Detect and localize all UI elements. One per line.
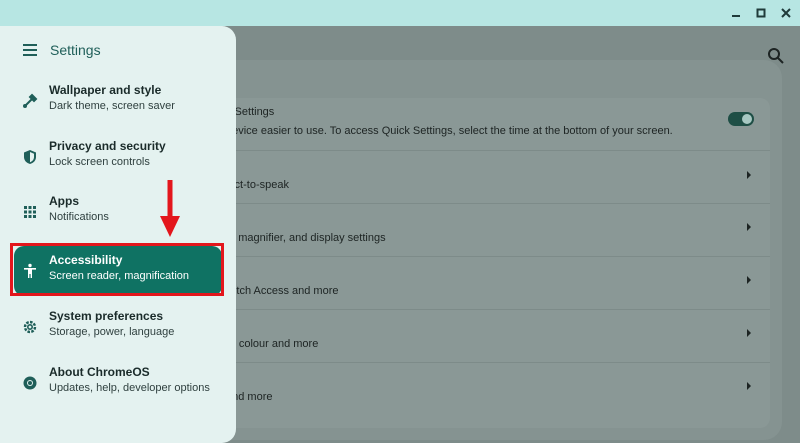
- maximize-icon: [756, 8, 766, 18]
- audio-and-captions-row[interactable]: and more: [226, 363, 770, 416]
- gear-icon: [23, 320, 37, 334]
- sidebar-item-label: Apps: [49, 194, 79, 208]
- arrow-down-icon: [160, 180, 180, 237]
- highlight-annotation-box: [10, 243, 224, 296]
- shield-icon: [24, 150, 36, 164]
- apps-grid-icon: [24, 206, 36, 218]
- sidebar-item-privacy-and-security[interactable]: Privacy and security Lock screen control…: [14, 132, 222, 182]
- row-subtitle: device easier to use. To access Quick Se…: [226, 125, 673, 137]
- sidebar-item-subtitle: Lock screen controls: [49, 156, 150, 168]
- sidebar-item-apps[interactable]: Apps Notifications: [14, 187, 222, 237]
- row-text: witch Access and more: [226, 285, 339, 297]
- chevron-right-icon: [747, 223, 751, 231]
- title-bar: [0, 0, 800, 26]
- minimize-button[interactable]: [726, 3, 746, 23]
- display-and-magnification-row[interactable]: n, magnifier, and display settings: [226, 204, 770, 257]
- accessibility-settings-list: k Settings device easier to use. To acce…: [226, 98, 770, 428]
- text-to-speech-row[interactable]: lect-to-speak: [226, 151, 770, 204]
- sidebar-item-subtitle: Updates, help, developer options: [49, 382, 210, 394]
- quick-settings-toggle[interactable]: [728, 112, 754, 126]
- keyboard-and-text-input-row[interactable]: witch Access and more: [226, 257, 770, 310]
- quick-settings-row[interactable]: k Settings device easier to use. To acce…: [226, 98, 770, 151]
- sidebar-item-subtitle: Notifications: [49, 211, 109, 223]
- row-text: or colour and more: [226, 338, 319, 350]
- chevron-right-icon: [747, 382, 751, 390]
- sidebar-item-system-preferences[interactable]: System preferences Storage, power, langu…: [14, 302, 222, 352]
- paint-brush-icon: [23, 93, 38, 108]
- toggle-knob: [742, 114, 752, 124]
- row-text: n, magnifier, and display settings: [226, 232, 386, 244]
- chrome-icon: [23, 376, 37, 390]
- drawer-header: Settings: [22, 40, 101, 60]
- chevron-right-icon: [747, 171, 751, 179]
- cursor-and-touchpad-row[interactable]: or colour and more: [226, 310, 770, 363]
- sidebar-item-label: System preferences: [49, 309, 164, 323]
- sidebar-item-wallpaper-and-style[interactable]: Wallpaper and style Dark theme, screen s…: [14, 76, 222, 126]
- chevron-right-icon: [747, 329, 751, 337]
- sidebar-item-label: Wallpaper and style: [49, 83, 162, 97]
- sidebar-item-label: About ChromeOS: [49, 365, 150, 379]
- sidebar-item-subtitle: Storage, power, language: [49, 326, 175, 338]
- maximize-button[interactable]: [751, 3, 771, 23]
- sidebar-item-about-chromeos[interactable]: About ChromeOS Updates, help, developer …: [14, 358, 222, 408]
- sidebar-item-label: Privacy and security: [49, 139, 166, 153]
- sidebar-item-subtitle: Dark theme, screen saver: [49, 100, 175, 112]
- chevron-right-icon: [747, 276, 751, 284]
- settings-nav-drawer: Settings Wallpaper and style Dark theme,…: [0, 26, 236, 443]
- close-icon: [781, 8, 791, 18]
- minimize-icon: [732, 15, 740, 17]
- close-button[interactable]: [776, 3, 796, 23]
- menu-icon[interactable]: [22, 43, 40, 57]
- page-title: Settings: [50, 42, 101, 58]
